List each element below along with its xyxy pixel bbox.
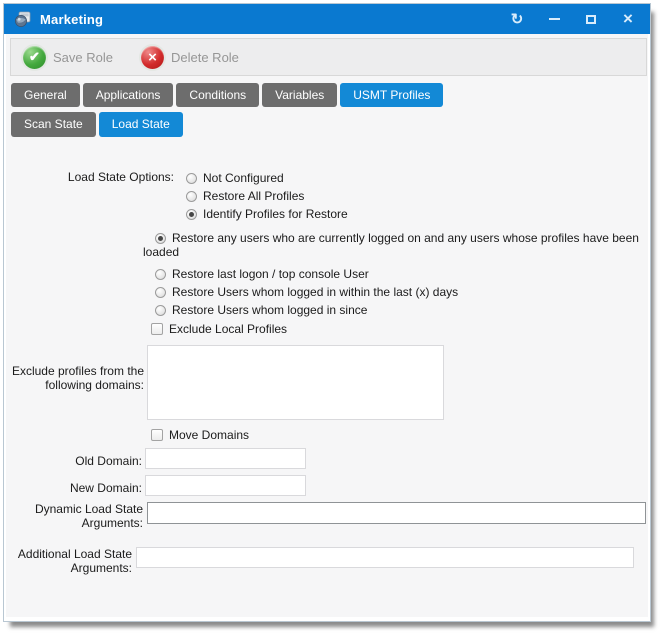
minimize-icon [549, 18, 560, 20]
radio-icon [186, 191, 197, 202]
radio-label: Restore any users who are currently logg… [172, 231, 639, 245]
radio-label: Identify Profiles for Restore [203, 208, 348, 221]
radio-label-wrap: loaded [143, 245, 179, 259]
minimize-button[interactable] [546, 11, 562, 27]
radio-label: Restore All Profiles [203, 190, 304, 203]
additional-args-label: Additional Load State Arguments: [9, 547, 132, 575]
exclude-domains-label-line1: Exclude profiles from the [12, 364, 144, 378]
checkbox-exclude-local-profiles[interactable]: Exclude Local Profiles [151, 322, 287, 336]
maximize-icon [586, 15, 596, 24]
save-role-button[interactable]: ✔ Save Role [23, 46, 113, 69]
exclude-domains-label-line2: following domains: [45, 378, 144, 392]
radio-not-configured[interactable]: Not Configured [186, 172, 284, 185]
delete-role-button[interactable]: × Delete Role [141, 46, 239, 69]
radio-label: Restore last logon / top console User [172, 268, 369, 281]
dialog-window: Marketing ↻ × ✔ Save Role × Delete Role … [3, 3, 651, 622]
exclude-domains-label: Exclude profiles from the following doma… [9, 364, 144, 392]
radio-icon [186, 209, 197, 220]
checkbox-icon [151, 429, 163, 441]
additional-args-input[interactable] [136, 547, 634, 568]
radio-restore-last-x-days[interactable]: Restore Users whom logged in within the … [155, 286, 458, 299]
additional-args-label-line1: Additional Load State [18, 547, 132, 561]
tab-load-state[interactable]: Load State [99, 112, 183, 137]
delete-x-icon: × [141, 46, 164, 69]
window-controls: ↻ × [509, 4, 636, 34]
checkbox-move-domains[interactable]: Move Domains [151, 428, 249, 442]
radio-icon [155, 233, 166, 244]
radio-icon [155, 269, 166, 280]
radio-icon [155, 287, 166, 298]
new-domain-label: New Domain: [9, 481, 142, 495]
radio-restore-logged-on-users[interactable]: Restore any users who are currently logg… [143, 232, 655, 259]
save-role-label: Save Role [53, 50, 113, 65]
window-title: Marketing [40, 12, 103, 27]
dynamic-args-label: Dynamic Load State Arguments: [9, 502, 143, 530]
load-state-options-label: Load State Options: [24, 170, 174, 184]
refresh-icon[interactable]: ↻ [509, 11, 525, 27]
tab-conditions[interactable]: Conditions [176, 83, 259, 107]
save-check-icon: ✔ [23, 46, 46, 69]
old-domain-label: Old Domain: [9, 454, 142, 468]
checkbox-label: Move Domains [169, 428, 249, 442]
maximize-button[interactable] [583, 11, 599, 27]
close-button[interactable]: × [620, 11, 636, 27]
dynamic-args-input[interactable] [147, 502, 646, 524]
radio-restore-since[interactable]: Restore Users whom logged in since [155, 304, 367, 317]
toolbar: ✔ Save Role × Delete Role [10, 38, 647, 76]
radio-label: Not Configured [203, 172, 284, 185]
main-tabs: General Applications Conditions Variable… [11, 83, 443, 107]
sub-tabs: Scan State Load State [11, 112, 183, 137]
dynamic-args-label-line1: Dynamic Load State [35, 502, 143, 516]
dynamic-args-label-line2: Arguments: [82, 516, 143, 530]
tab-usmt-profiles[interactable]: USMT Profiles [340, 83, 443, 107]
new-domain-input[interactable] [145, 475, 306, 496]
radio-icon [186, 173, 197, 184]
delete-role-label: Delete Role [171, 50, 239, 65]
tab-applications[interactable]: Applications [83, 83, 174, 107]
radio-identify-profiles[interactable]: Identify Profiles for Restore [186, 208, 348, 221]
radio-icon [155, 305, 166, 316]
checkbox-icon [151, 323, 163, 335]
radio-label: Restore Users whom logged in since [172, 304, 367, 317]
app-globe-icon [14, 10, 32, 28]
old-domain-input[interactable] [145, 448, 306, 469]
radio-label: Restore Users whom logged in within the … [172, 286, 458, 299]
tab-scan-state[interactable]: Scan State [11, 112, 96, 137]
exclude-domains-textarea[interactable] [147, 345, 444, 420]
radio-restore-all-profiles[interactable]: Restore All Profiles [186, 190, 304, 203]
radio-restore-last-logon[interactable]: Restore last logon / top console User [155, 268, 369, 281]
checkbox-label: Exclude Local Profiles [169, 322, 287, 336]
tab-variables[interactable]: Variables [262, 83, 337, 107]
tab-general[interactable]: General [11, 83, 80, 107]
titlebar: Marketing ↻ × [4, 4, 650, 34]
additional-args-label-line2: Arguments: [71, 561, 132, 575]
